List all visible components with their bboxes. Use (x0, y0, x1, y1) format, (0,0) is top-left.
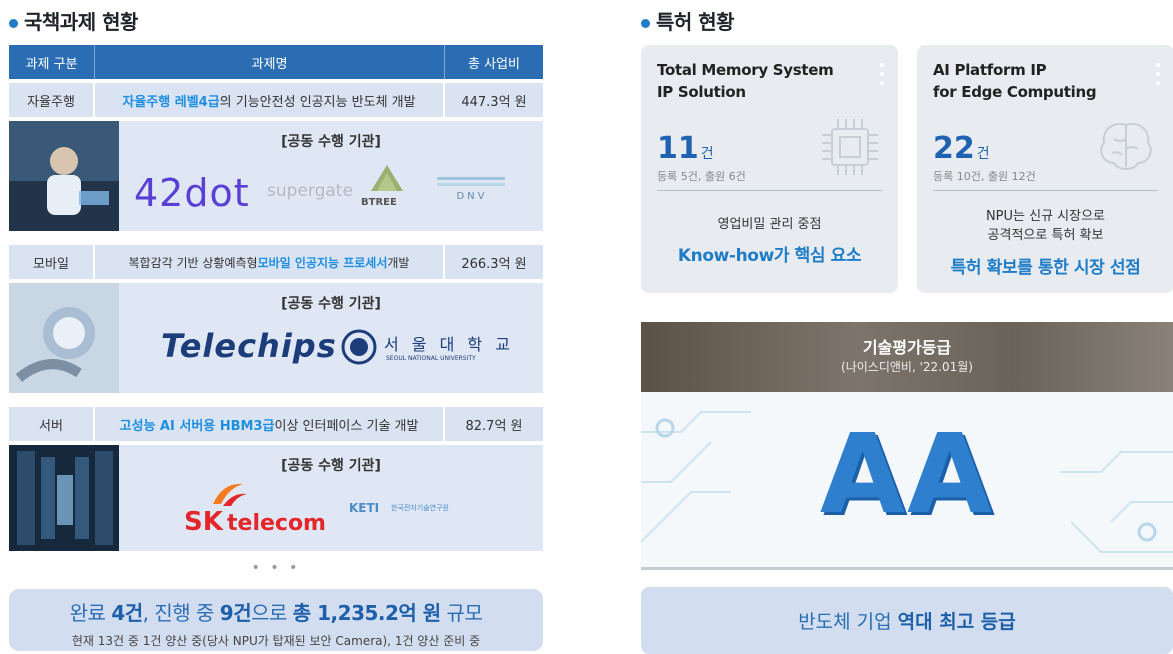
row-name-rest: 의 기능안전성 인공지능 반도체 개발 (219, 94, 416, 110)
patent-card-memory: Total Memory System IP Solution 11 건 등록 5… (641, 45, 898, 293)
row-budget: 82.7억 원 (465, 418, 523, 434)
logo-supergate: supergate (267, 181, 353, 201)
card-title: AI Platform IP for Edge Computing (933, 59, 1097, 103)
summary-bold: 9건 (219, 601, 252, 625)
grade-banner: 반도체 기업 역대 최고 등급 (641, 587, 1173, 654)
logo-snu: 서 울 대 학 교 (384, 335, 514, 354)
header-project-name: 과제명 (95, 45, 445, 79)
logo-btree: BTREE (361, 197, 397, 208)
patent-count: 11 건 (657, 131, 714, 166)
grade-source: (나이스디앤비, '22.01월) (841, 360, 973, 374)
section-title-national-projects: 국책과제 현황 (9, 6, 138, 35)
patent-count: 22 건 (933, 131, 990, 166)
card-title-line: for Edge Computing (933, 83, 1097, 101)
dnv-line-icon-2 (437, 183, 505, 186)
summary-line-1: 완료 4건, 진행 중 9건으로 총 1,235.2억 원 규모 (9, 597, 543, 626)
summary-bold: 총 1,235.2억 원 (292, 601, 441, 625)
card-key-message: Know-how가 핵심 요소 (677, 246, 862, 266)
row-category: 자율주행 (9, 83, 95, 117)
logo-keti-kr: 한국전자기술연구원 (391, 504, 449, 512)
row-budget: 266.3억 원 (461, 256, 527, 272)
row-name-highlight: 모바일 인공지능 프로세서 (257, 255, 388, 270)
logo-42dot: 42dot (134, 171, 250, 215)
summary-text: , 진행 중 (142, 601, 220, 625)
card-description: 영업비밀 관리 중점 (717, 217, 822, 232)
grade-value: AA (819, 410, 995, 538)
card-title-line: AI Platform IP (933, 61, 1047, 79)
card-title: Total Memory System IP Solution (657, 59, 834, 103)
row-name-rest: 개발 (387, 255, 410, 270)
logo-dnv: DNV (456, 191, 488, 202)
row-name-highlight: 자율주행 레벨4급 (122, 94, 220, 110)
count-breakdown: 등록 5건, 출원 6건 (657, 170, 746, 183)
summary-text: 으로 (251, 601, 293, 625)
summary-text: 규모 (440, 601, 483, 625)
dnv-line-icon (437, 177, 505, 180)
logo-snu-en: SEOUL NATIONAL UNIVERSITY (386, 355, 476, 362)
table-header: 과제 구분 과제명 총 사업비 (9, 45, 543, 79)
row-name-rest: 이상 인터페이스 기술 개발 (274, 418, 419, 434)
count-unit: 건 (976, 146, 990, 162)
partner-panel: [공동 수행 기관] SK telecom KETI 한국전자기술연구원 (9, 445, 543, 551)
count-unit: 건 (700, 146, 714, 162)
more-ellipsis: • • • (251, 560, 301, 576)
snu-emblem-icon (341, 329, 377, 365)
bullet-dot-icon (641, 18, 650, 28)
table-row: 모바일 복합감각 기반 상황예측형 모바일 인공지능 프로세서 개발 266.3… (9, 245, 543, 279)
card-key-message: 특허 확보를 통한 시장 선점 (950, 258, 1141, 278)
card-description-line: 공격적으로 특허 확보 (987, 228, 1104, 243)
partner-label: [공동 수행 기관] (281, 458, 381, 474)
partner-panel: [공동 수행 기관] 42dot supergate BTREE DNV (9, 121, 543, 231)
card-title-line: Total Memory System (657, 61, 834, 79)
grade-title: 기술평가등급 (862, 338, 952, 357)
sk-wing-icon (213, 483, 247, 506)
summary-banner: 완료 4건, 진행 중 9건으로 총 1,235.2억 원 규모 현재 13건 … (9, 589, 543, 651)
banner-bold: 역대 최고 등급 (897, 611, 1016, 633)
count-value: 11 (657, 131, 699, 166)
row-category: 서버 (9, 407, 95, 441)
card-description: NPU는 신규 시장으로 공격적으로 특허 확보 (917, 207, 1173, 245)
section-title-text: 특허 현황 (656, 10, 735, 34)
kebab-menu-icon[interactable] (880, 63, 884, 90)
card-description-line: NPU는 신규 시장으로 (985, 209, 1106, 224)
logo-keti: KETI (349, 501, 380, 515)
header-category: 과제 구분 (9, 45, 95, 79)
patent-card-ai-platform: AI Platform IP for Edge Computing 22 건 등록… (917, 45, 1173, 293)
brain-icon (1100, 123, 1152, 170)
partner-label: [공동 수행 기관] (281, 296, 381, 312)
bullet-dot-icon (9, 18, 18, 28)
btree-logo-icon (371, 165, 403, 191)
partner-panel: [공동 수행 기관] Telechips 서 울 대 학 교 SEOUL NAT… (9, 283, 543, 393)
section-title-patents: 특허 현황 (641, 6, 735, 35)
slide: 국책과제 현황 과제 구분 과제명 총 사업비 자율주행 자율주행 레벨4급 의 … (0, 0, 1173, 654)
partner-label: [공동 수행 기관] (281, 134, 381, 150)
logo-telechips: Telechips (161, 327, 337, 365)
card-title-line: IP Solution (657, 83, 746, 101)
divider (641, 567, 1173, 570)
chip-icon (822, 119, 878, 175)
row-project-name: 고성능 AI 서버용 HBM3급 이상 인터페이스 기술 개발 (95, 407, 445, 441)
row-project-name: 복합감각 기반 상황예측형 모바일 인공지능 프로세서 개발 (95, 245, 445, 279)
row-name-pre: 복합감각 기반 상황예측형 (128, 255, 258, 270)
logo-telecom: telecom (227, 511, 326, 536)
divider (657, 190, 882, 191)
table-row: 서버 고성능 AI 서버용 HBM3급 이상 인터페이스 기술 개발 82.7억… (9, 407, 543, 441)
section-title-text: 국책과제 현황 (24, 10, 138, 34)
tech-grade-panel: 기술평가등급 (나이스디앤비, '22.01월) AA (641, 322, 1173, 570)
count-breakdown: 등록 10건, 출원 12건 (933, 170, 1036, 183)
summary-text: 완료 (69, 601, 112, 625)
summary-line-2: 현재 13건 중 1건 양산 중(당사 NPU가 탑재된 보안 Camera),… (71, 634, 481, 648)
row-name-highlight: 고성능 AI 서버용 HBM3급 (119, 418, 275, 434)
summary-bold: 4건 (111, 601, 143, 625)
row-category: 모바일 (9, 245, 95, 279)
divider (933, 190, 1158, 191)
logo-sk: SK (184, 507, 223, 537)
row-budget: 447.3억 원 (461, 94, 527, 110)
kebab-menu-icon[interactable] (1156, 63, 1160, 90)
count-value: 22 (933, 131, 975, 166)
banner-text: 반도체 기업 (798, 611, 892, 633)
row-project-name: 자율주행 레벨4급 의 기능안전성 인공지능 반도체 개발 (95, 83, 445, 117)
header-budget: 총 사업비 (468, 56, 520, 72)
table-row: 자율주행 자율주행 레벨4급 의 기능안전성 인공지능 반도체 개발 447.3억… (9, 83, 543, 117)
